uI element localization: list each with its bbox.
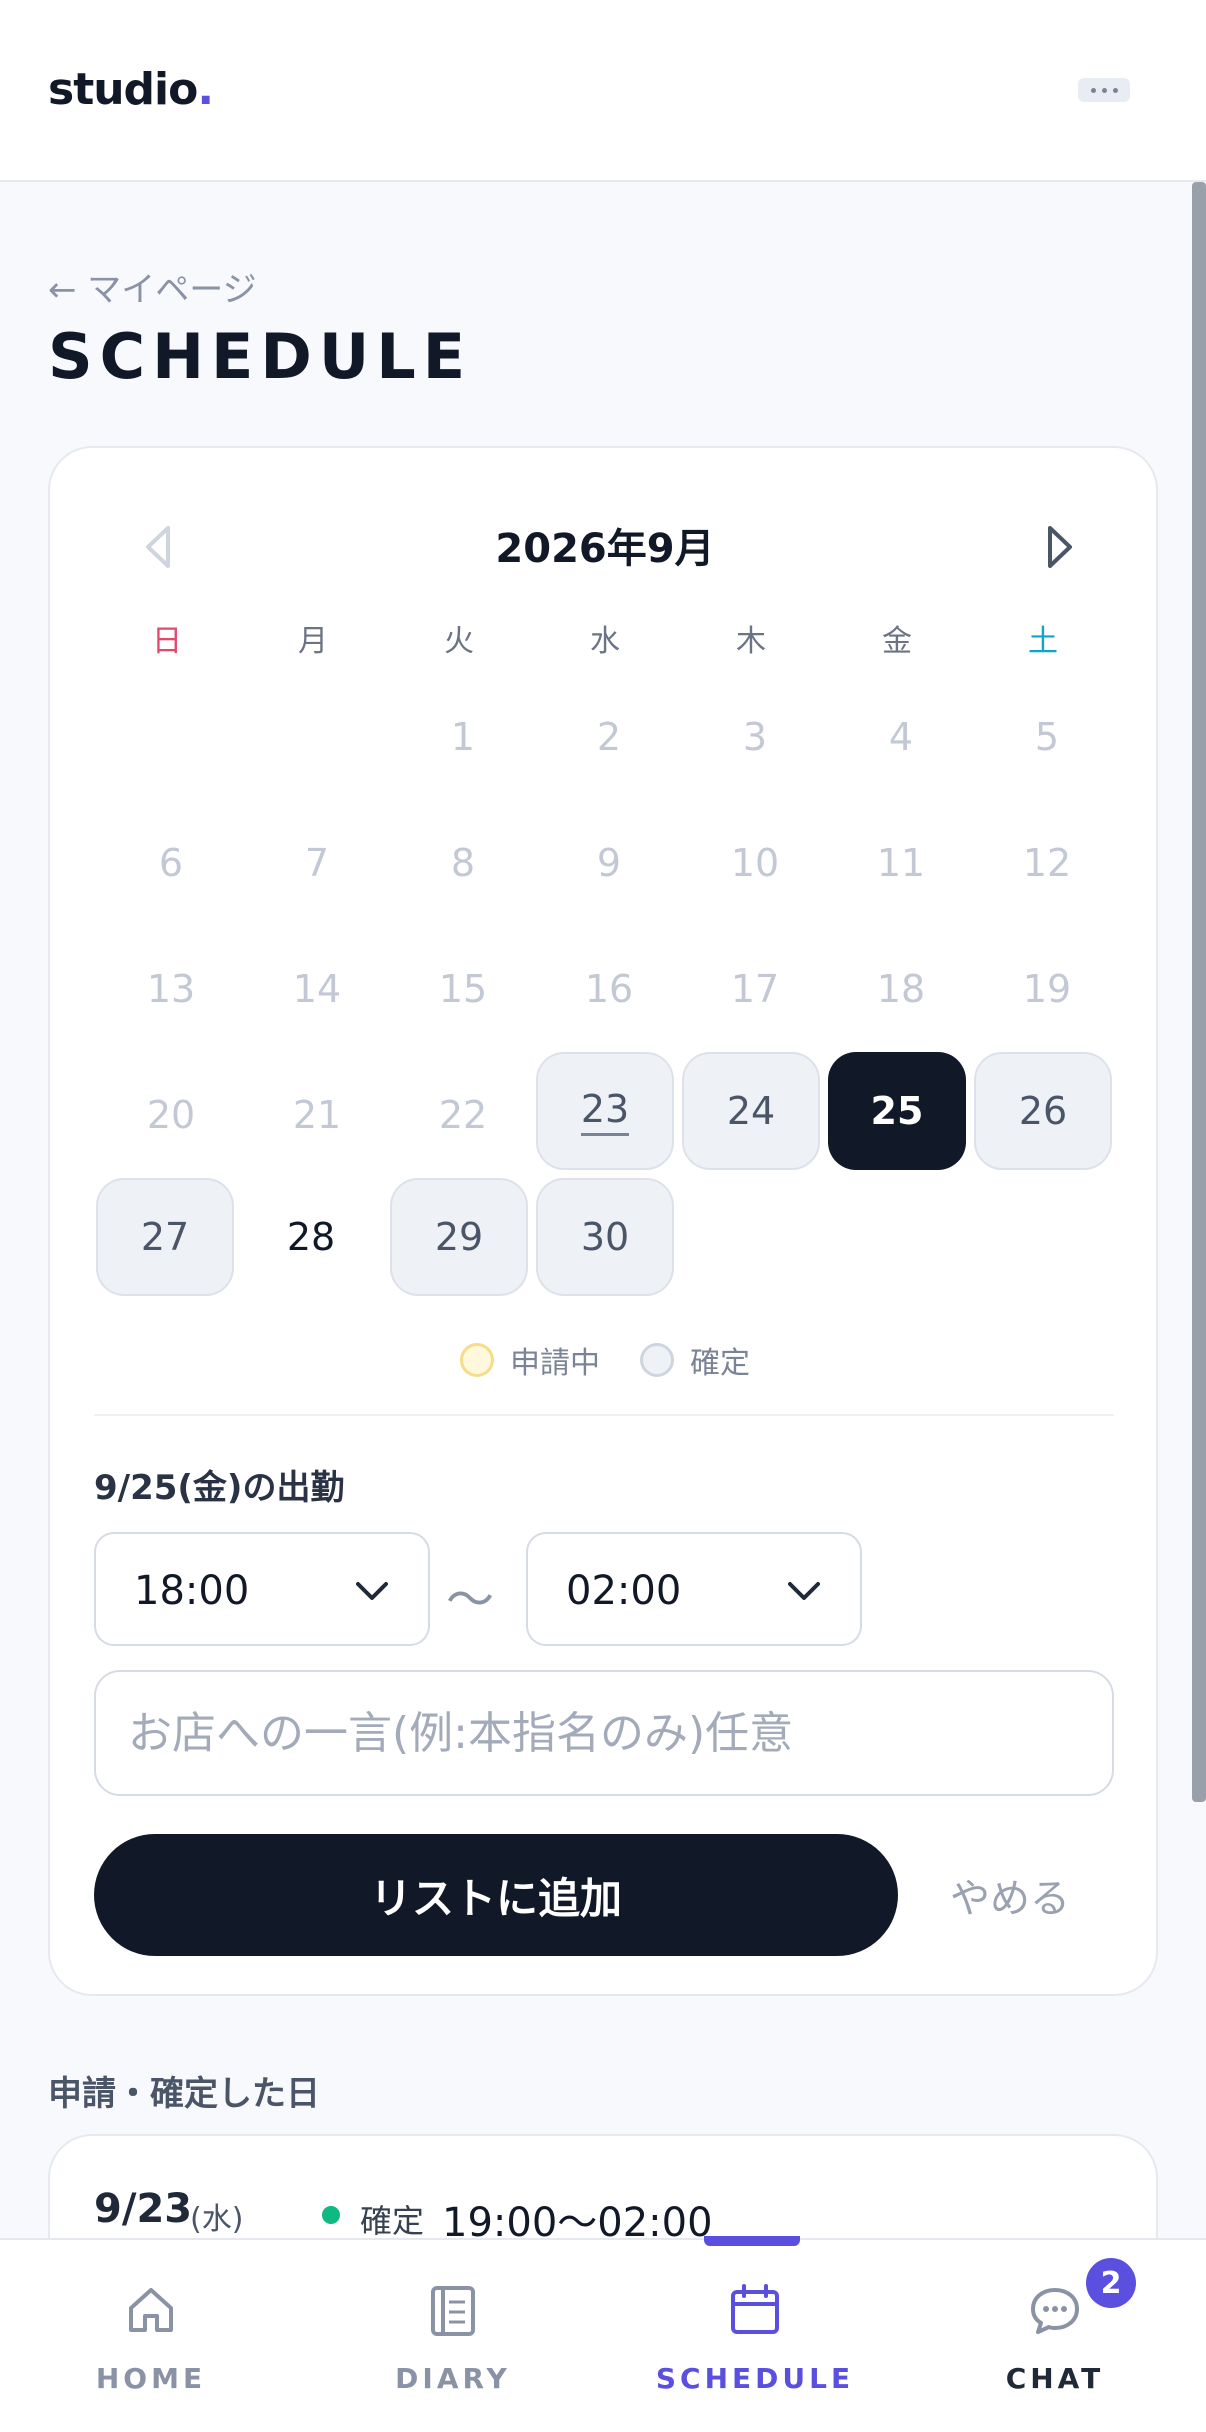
home-icon [129,2288,173,2332]
nav-schedule-label: SCHEDULE [655,2362,855,2395]
start-time-value: 18:00 [134,1568,250,1614]
more-menu-button[interactable] [1078,78,1130,102]
nav-chat[interactable]: 2 CHAT [904,2240,1206,2432]
nav-schedule[interactable]: SCHEDULE [604,2240,906,2432]
time-separator: 〜 [446,1572,495,1628]
entry-weekday: (水) [190,2202,244,2237]
weekday-mon: 月 [298,624,328,659]
dot-icon [1112,87,1118,93]
chevron-down-icon [788,1582,820,1600]
calendar-day: 1 [450,715,476,759]
page-title: SCHEDULE [48,320,473,393]
bottom-nav: HOME DIARY SCHEDULE 2 CHAT [0,2236,1206,2432]
calendar-legend: 申請中 確定 [50,1338,1160,1382]
calendar-day: 22 [438,1093,488,1137]
calendar-day-available[interactable]: 27 [96,1178,234,1296]
nav-home-label: HOME [95,2362,207,2395]
top-bar: studio. [0,0,1206,182]
day-number: 23 [580,1087,630,1136]
calendar-day-selected[interactable]: 25 [828,1052,966,1170]
requested-list-heading: 申請・確定した日 [48,2074,320,2114]
chat-unread-badge: 2 [1086,2258,1136,2308]
calendar-day: 17 [730,967,780,1011]
calendar-day-today[interactable]: 23 [536,1052,674,1170]
calendar-day: 20 [146,1093,196,1137]
calendar-day: 21 [292,1093,342,1137]
legend-confirmed-label: 確定 [690,1346,750,1381]
nav-diary-label: DIARY [395,2362,511,2395]
shift-title: 9/25(金)の出勤 [94,1468,345,1508]
entry-date: 9/23 [94,2186,193,2232]
weekday-thu: 木 [736,624,766,659]
chevron-down-icon [356,1582,388,1600]
calendar-day: 8 [450,841,476,885]
calendar-day: 19 [1022,967,1072,1011]
calendar-day: 14 [292,967,342,1011]
calendar-day[interactable]: 28 [242,1178,380,1296]
calendar-day-available[interactable]: 29 [390,1178,528,1296]
page: studio. ← マイページ SCHEDULE 2026年9月 日 月 火 水… [0,0,1206,2432]
weekday-fri: 金 [882,624,912,659]
logo[interactable]: studio. [48,64,214,115]
confirmed-dot-icon [640,1343,674,1377]
scrollbar[interactable] [1192,182,1206,1802]
weekday-sat: 土 [1028,624,1058,659]
weekday-wed: 水 [590,624,620,659]
legend-pending: 申請中 [460,1338,600,1382]
calendar-day: 3 [742,715,768,759]
calendar-day: 2 [596,715,622,759]
calendar-day: 13 [146,967,196,1011]
nav-home[interactable]: HOME [0,2240,302,2432]
calendar-card: 2026年9月 日 月 火 水 木 金 土 1 2 3 4 5 6 7 8 9 … [48,446,1158,1996]
nav-diary[interactable]: DIARY [302,2240,604,2432]
calendar-day: 9 [596,841,622,885]
entry-status: 確定 [360,2202,425,2240]
calendar-icon [731,2284,779,2334]
calendar-day-available[interactable]: 30 [536,1178,674,1296]
back-link[interactable]: ← マイページ [48,262,257,311]
calendar-day: 7 [304,841,330,885]
month-label: 2026年9月 [495,526,715,572]
weekday-tue: 火 [444,624,474,659]
pending-dot-icon [460,1343,494,1377]
end-time-value: 02:00 [566,1568,682,1614]
calendar-day: 4 [888,715,914,759]
weekday-sun: 日 [152,624,182,659]
start-time-select[interactable]: 18:00 [94,1532,430,1646]
calendar-day: 5 [1034,715,1060,759]
dot-icon [1101,87,1107,93]
nav-chat-label: CHAT [1005,2362,1105,2395]
next-month-icon[interactable] [1040,522,1080,572]
calendar-day: 10 [730,841,780,885]
diary-icon [431,2286,475,2336]
dot-icon [1090,87,1096,93]
end-time-select[interactable]: 02:00 [526,1532,862,1646]
calendar-day: 16 [584,967,634,1011]
calendar-day-available[interactable]: 26 [974,1052,1112,1170]
calendar-day-available[interactable]: 24 [682,1052,820,1170]
divider [94,1414,1114,1416]
confirmed-status-dot-icon [322,2206,340,2224]
legend-confirmed: 確定 [640,1338,750,1382]
add-to-list-button[interactable]: リストに追加 [94,1834,898,1956]
calendar-day: 11 [876,841,926,885]
chat-icon [1031,2288,1079,2334]
calendar-day: 18 [876,967,926,1011]
calendar-day: 12 [1022,841,1072,885]
cancel-button[interactable]: やめる [950,1866,1070,1924]
comment-input[interactable] [94,1670,1114,1796]
calendar-day: 15 [438,967,488,1011]
calendar-day: 6 [158,841,184,885]
legend-pending-label: 申請中 [510,1346,600,1381]
